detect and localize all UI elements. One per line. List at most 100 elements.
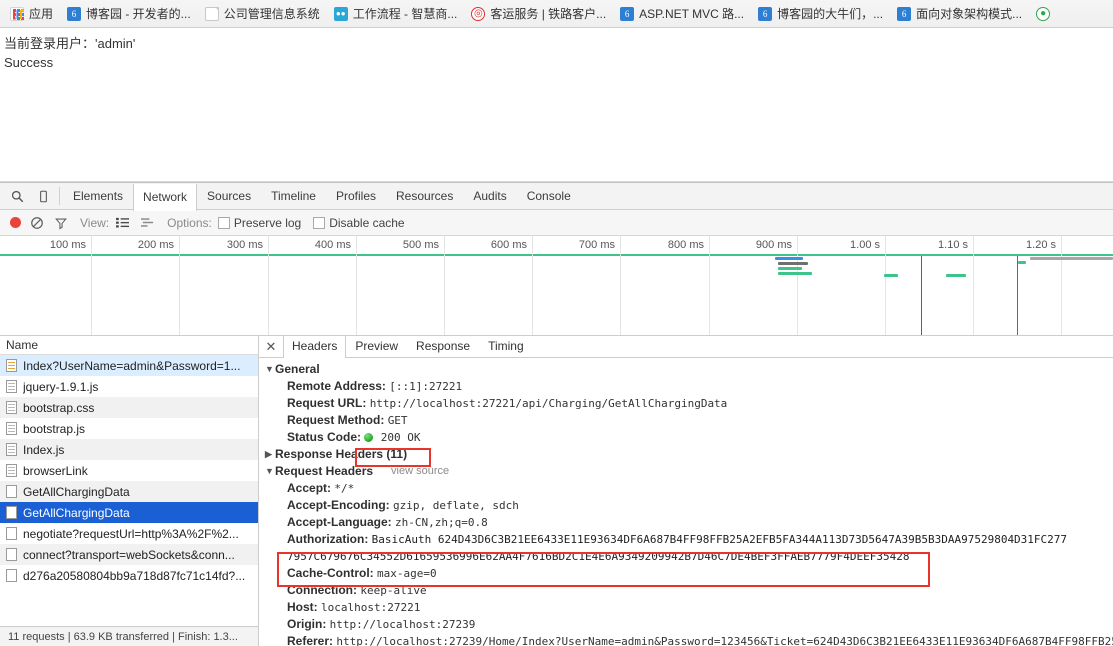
bookmark-cnblogs-experts[interactable]: 6 博客园的大牛们，... (752, 3, 889, 25)
xhr-icon (6, 527, 17, 540)
table-row[interactable]: GetAllChargingData (0, 502, 258, 523)
bookmark-extra[interactable]: ● (1030, 3, 1056, 25)
request-name: jquery-1.9.1.js (23, 379, 99, 394)
bookmark-label: 客运服务 | 铁路客户... (490, 7, 607, 21)
accept-label: Accept: (287, 481, 332, 495)
headers-content: ▼ General Remote Address: [::1]:27221 Re… (259, 358, 1113, 646)
host-label: Host: (287, 600, 318, 614)
general-row: Remote Address: [::1]:27221 (265, 378, 1113, 395)
bookmark-company-mis[interactable]: 公司管理信息系统 (199, 3, 326, 25)
bookmark-railway[interactable]: ◎ 客运服务 | 铁路客户... (465, 3, 612, 25)
request-name: GetAllChargingData (23, 484, 130, 499)
search-icon[interactable] (4, 184, 30, 209)
detail-tab-preview[interactable]: Preview (346, 336, 407, 357)
tab-audits[interactable]: Audits (463, 183, 516, 209)
page-content: 当前登录用户：'admin' Success (0, 28, 1113, 182)
table-row[interactable]: jquery-1.9.1.js (0, 376, 258, 397)
tab-network[interactable]: Network (133, 183, 198, 211)
remote-address-label: Remote Address: (287, 379, 386, 393)
request-headers-section[interactable]: ▼ Request Headers view source (265, 463, 1113, 480)
detail-tab-response[interactable]: Response (407, 336, 479, 357)
bookmarks-bar: 应用 6 博客园 - 开发者的... 公司管理信息系统 ●● 工作流程 - 智慧… (0, 0, 1113, 28)
request-header-row: Accept-Encoding: gzip, deflate, sdch (265, 497, 1113, 514)
overview-bar (778, 272, 812, 275)
timeline-view-icon[interactable] (140, 216, 155, 229)
request-name: Index?UserName=admin&Password=1... (23, 358, 241, 373)
general-section-header[interactable]: ▼ General (265, 361, 1113, 378)
request-list-body[interactable]: Index?UserName=admin&Password=1... jquery… (0, 355, 258, 626)
table-row[interactable]: Index?UserName=admin&Password=1... (0, 355, 258, 376)
tab-profiles[interactable]: Profiles (326, 183, 386, 209)
bookmark-aspnet-mvc[interactable]: 6 ASP.NET MVC 路... (614, 3, 750, 25)
request-detail-pane: ✕ Headers Preview Response Timing ▼ Gene… (259, 335, 1113, 646)
request-header-row: Host: localhost:27221 (265, 599, 1113, 616)
tab-sources[interactable]: Sources (197, 183, 261, 209)
filter-icon[interactable] (54, 216, 68, 230)
bookmark-cnblogs-dev[interactable]: 6 博客园 - 开发者的... (61, 3, 197, 25)
response-headers-title: Response Headers (11) (275, 447, 408, 461)
tab-timeline[interactable]: Timeline (261, 183, 326, 209)
script-icon (6, 464, 17, 477)
request-name: connect?transport=webSockets&conn... (23, 547, 235, 562)
cnblogs-icon: 6 (758, 6, 773, 21)
table-row[interactable]: bootstrap.js (0, 418, 258, 439)
table-row[interactable]: bootstrap.css (0, 397, 258, 418)
table-row[interactable]: connect?transport=webSockets&conn... (0, 544, 258, 565)
table-row[interactable]: negotiate?requestUrl=http%3A%2F%2... (0, 523, 258, 544)
host-value: localhost:27221 (321, 601, 421, 614)
list-view-icon[interactable] (115, 216, 130, 229)
tab-resources[interactable]: Resources (386, 183, 463, 209)
detail-tab-headers[interactable]: Headers (283, 335, 347, 358)
bookmark-label: 公司管理信息系统 (223, 7, 320, 21)
view-source-link[interactable]: view source (391, 463, 449, 480)
bookmark-oo-patterns[interactable]: 6 面向对象架构模式... (891, 3, 1028, 25)
railway-icon: ◎ (471, 6, 486, 21)
cnblogs-icon: 6 (620, 6, 635, 21)
triangle-right-icon: ▶ (265, 449, 272, 459)
xhr-icon (6, 569, 17, 582)
workflow-icon: ●● (333, 6, 348, 21)
checkbox-box (313, 216, 326, 229)
request-header-row: Origin: http://localhost:27239 (265, 616, 1113, 633)
timeline-tick-label: 400 ms (314, 239, 351, 251)
network-summary: 11 requests | 63.9 KB transferred | Fini… (0, 626, 258, 646)
tab-console[interactable]: Console (517, 183, 581, 209)
devtools-tabbar: Elements Network Sources Timeline Profil… (0, 183, 1113, 211)
request-header-row: Connection: keep-alive (265, 582, 1113, 599)
response-headers-section[interactable]: ▶ Response Headers (11) (265, 446, 1113, 463)
bookmark-workflow[interactable]: ●● 工作流程 - 智慧商... (328, 3, 464, 25)
table-row[interactable]: d276a20580804bb9a718d87fc71c14fd?... (0, 565, 258, 586)
request-list-header: Name (0, 336, 258, 355)
view-label: View: (80, 215, 110, 230)
table-row[interactable]: browserLink (0, 460, 258, 481)
request-name: d276a20580804bb9a718d87fc71c14fd?... (23, 568, 246, 583)
timeline-tick-label: 500 ms (402, 239, 439, 251)
table-row[interactable]: Index.js (0, 439, 258, 460)
accept-encoding-label: Accept-Encoding: (287, 498, 390, 512)
clear-button[interactable] (30, 216, 44, 230)
request-method-value: GET (387, 414, 408, 427)
preserve-log-checkbox[interactable]: Preserve log (217, 216, 301, 230)
triangle-down-icon: ▼ (265, 364, 274, 374)
document-icon (204, 6, 219, 21)
xhr-icon (6, 548, 17, 561)
tab-elements[interactable]: Elements (63, 183, 133, 209)
timeline-tick-label: 1.00 s (850, 239, 880, 251)
device-toggle-icon[interactable] (30, 184, 56, 209)
network-lower-split: Name Index?UserName=admin&Password=1... j… (0, 335, 1113, 646)
close-icon[interactable]: ✕ (263, 337, 279, 357)
referer-value: http://localhost:27239/Home/Index?UserNa… (336, 635, 1113, 646)
bookmark-label: 工作流程 - 智慧商... (352, 7, 458, 21)
accept-encoding-value: gzip, deflate, sdch (393, 499, 519, 512)
disable-cache-checkbox[interactable]: Disable cache (313, 216, 405, 230)
record-button[interactable] (10, 217, 21, 228)
general-row: Status Code: 200 OK (265, 429, 1113, 446)
network-overview[interactable]: 100 ms 200 ms 300 ms 400 ms 500 ms 600 ms 700 … (0, 236, 1113, 336)
bookmark-apps[interactable]: 应用 (4, 3, 59, 25)
authorization-label: Authorization: (287, 532, 369, 546)
script-icon (6, 422, 17, 435)
detail-tab-timing[interactable]: Timing (479, 336, 533, 357)
overview-bar (778, 262, 808, 265)
timeline-tick (179, 236, 180, 335)
table-row[interactable]: GetAllChargingData (0, 481, 258, 502)
